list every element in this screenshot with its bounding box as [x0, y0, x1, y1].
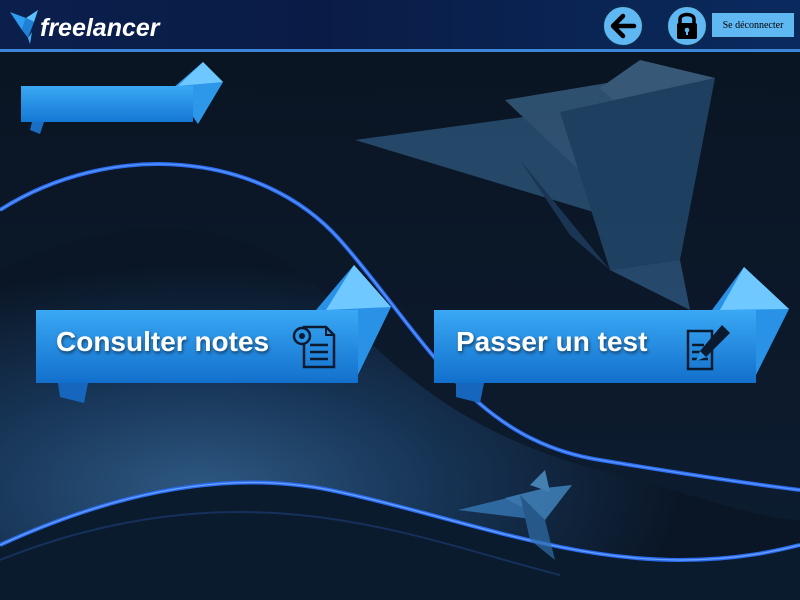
take-test-label: Passer un test — [456, 326, 648, 357]
arrow-left-icon — [610, 13, 637, 39]
lock-icon — [677, 12, 697, 39]
decorative-ribbon — [21, 62, 223, 134]
consult-notes-label: Consulter notes — [56, 326, 270, 357]
test-edit-icon — [686, 325, 730, 371]
logout-button[interactable]: Se déconnecter — [711, 12, 795, 38]
take-test-button[interactable]: Passer un test — [434, 265, 794, 410]
top-header-bar: freelancer Se déconnecter — [0, 0, 800, 52]
logo-text: freelancer — [40, 14, 160, 42]
freelancer-logo[interactable]: freelancer — [8, 8, 168, 46]
notes-document-icon — [292, 325, 336, 369]
back-button[interactable] — [602, 5, 644, 47]
consult-notes-button[interactable]: Consulter notes — [36, 265, 396, 410]
lock-button[interactable] — [666, 5, 708, 47]
